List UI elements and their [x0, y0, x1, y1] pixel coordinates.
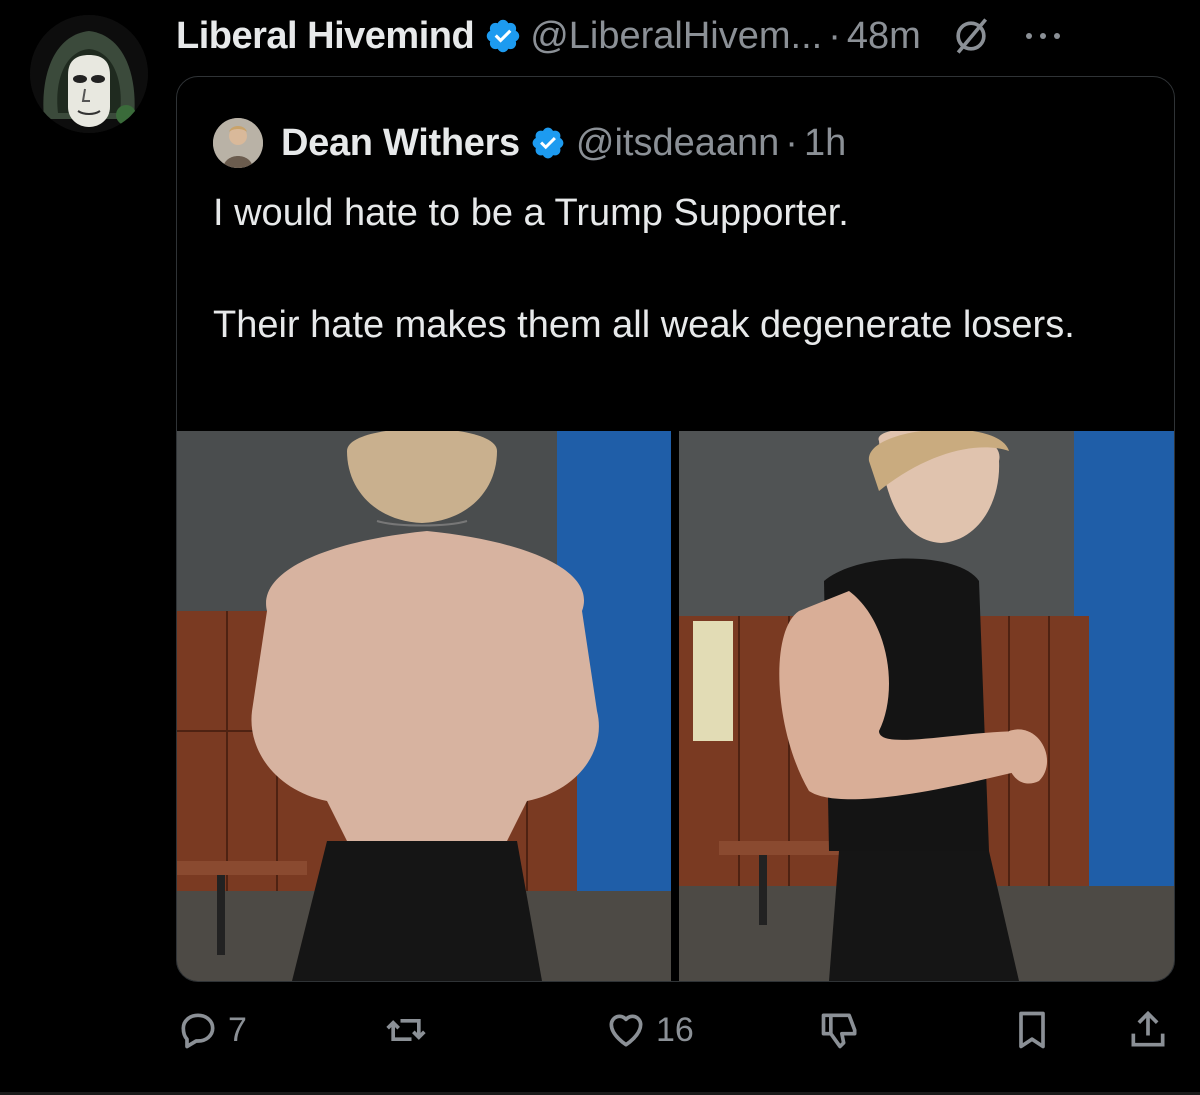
- thumbs-down-icon: [821, 1013, 857, 1049]
- bookmark-button[interactable]: [1010, 1000, 1054, 1060]
- quoted-tweet-header: Dean Withers @itsdeaann · 1h: [213, 117, 846, 169]
- separator-dot: ·: [785, 121, 798, 164]
- quoted-author-name[interactable]: Dean Withers: [281, 122, 520, 165]
- repost-button[interactable]: [384, 1000, 436, 1060]
- quoted-tweet-text: I would hate to be a Trump Supporter. Th…: [213, 192, 1075, 346]
- repost-arrows-icon: [386, 1019, 426, 1041]
- side-flex-image: [679, 431, 1174, 981]
- reply-bubble-icon: [181, 1013, 215, 1049]
- heart-icon: [609, 1014, 643, 1047]
- dislike-button[interactable]: [818, 1000, 862, 1060]
- share-button[interactable]: [1126, 1000, 1170, 1060]
- author-avatar[interactable]: [30, 15, 148, 133]
- quoted-tweet[interactable]: Dean Withers @itsdeaann · 1h I would hat…: [176, 76, 1175, 982]
- bookmark-icon: [1019, 1011, 1045, 1049]
- author-handle[interactable]: @LiberalHivem...: [530, 15, 822, 58]
- tweet-header: Liberal Hivemind @LiberalHivem... · 48m: [176, 12, 1065, 60]
- hooded-wojak-avatar-icon: [30, 15, 148, 133]
- photo-grid: [177, 431, 1174, 981]
- back-pose-photo[interactable]: [177, 431, 671, 981]
- grok-slash-icon[interactable]: [949, 14, 993, 58]
- more-dots-icon[interactable]: [1021, 26, 1065, 46]
- reply-count: 7: [228, 1010, 247, 1049]
- reply-button[interactable]: 7: [176, 1000, 247, 1060]
- verified-badge-icon: [532, 127, 564, 159]
- quoted-author-avatar: [213, 118, 263, 168]
- like-button[interactable]: 16: [604, 1000, 694, 1060]
- quoted-timestamp[interactable]: 1h: [804, 122, 846, 165]
- verified-badge-icon: [486, 19, 520, 53]
- action-bar: 7 16: [176, 1000, 1170, 1060]
- like-count: 16: [656, 1010, 694, 1049]
- back-pose-image: [177, 431, 671, 981]
- timestamp[interactable]: 48m: [847, 15, 921, 58]
- side-flex-photo[interactable]: [679, 431, 1174, 981]
- separator-dot: ·: [828, 14, 841, 57]
- share-upload-icon: [1131, 1010, 1165, 1047]
- quoted-author-handle[interactable]: @itsdeaann: [576, 122, 779, 165]
- person-avatar-icon: [213, 118, 263, 168]
- author-name[interactable]: Liberal Hivemind: [176, 15, 475, 58]
